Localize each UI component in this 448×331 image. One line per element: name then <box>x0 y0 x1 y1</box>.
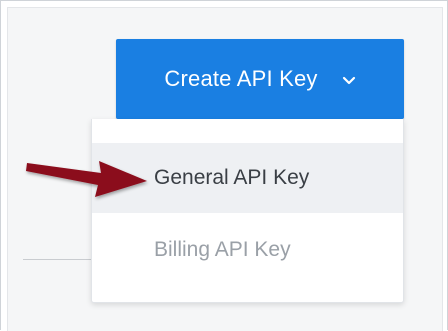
create-api-key-button[interactable]: Create API Key <box>116 39 404 119</box>
api-key-dropdown-menu: General API Key Billing API Key <box>91 119 404 303</box>
window-frame: Create API Key General API Key Billing A… <box>0 0 448 331</box>
menu-item-label: General API Key <box>154 166 310 189</box>
divider-line <box>23 259 93 260</box>
chevron-down-icon <box>342 73 356 85</box>
menu-item-billing-api-key[interactable]: Billing API Key <box>92 215 403 285</box>
create-api-key-label: Create API Key <box>164 66 318 91</box>
arrow-pointer-icon <box>26 161 147 197</box>
menu-item-label: Billing API Key <box>154 238 291 261</box>
